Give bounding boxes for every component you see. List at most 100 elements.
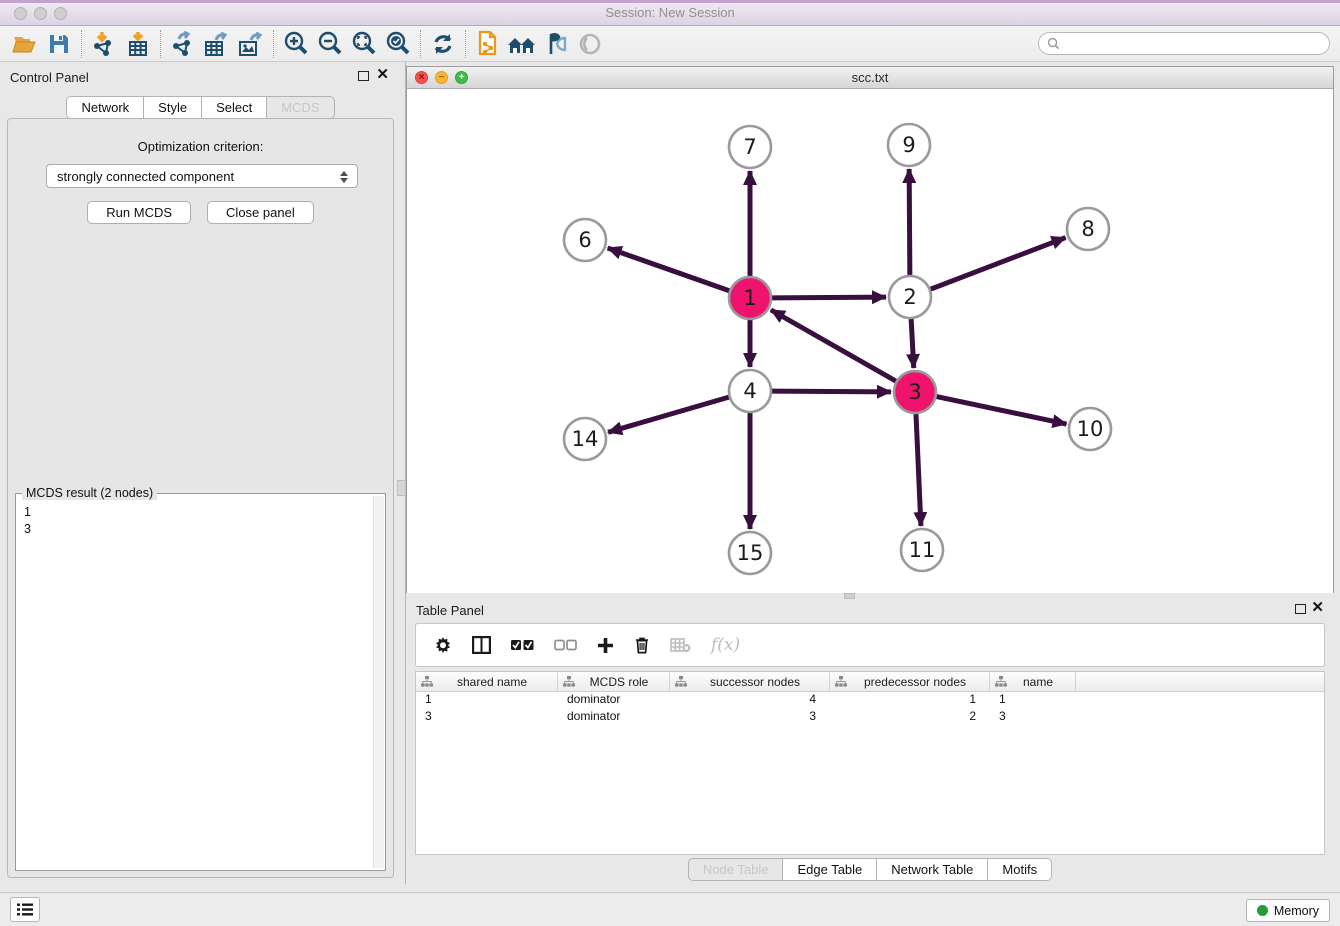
add-column-icon[interactable] xyxy=(597,637,614,654)
table-cell[interactable]: 4 xyxy=(670,692,830,709)
show-hide-button[interactable] xyxy=(539,29,573,59)
table-cell[interactable]: dominator xyxy=(558,709,670,726)
mcds-panel: Optimization criterion: strongly connect… xyxy=(7,118,394,878)
graph-node-3[interactable]: 3 xyxy=(894,371,936,413)
table-cell[interactable]: 1 xyxy=(990,692,1076,709)
deselect-all-icon[interactable] xyxy=(554,639,577,651)
table-cell[interactable]: 3 xyxy=(990,709,1076,726)
network-canvas[interactable]: 1 2 3 4 6 7 8 9 10 11 14 15 xyxy=(407,89,1333,593)
memory-button[interactable]: Memory xyxy=(1246,899,1330,922)
status-bar: Memory xyxy=(0,892,1340,926)
column-header-name[interactable]: name xyxy=(990,672,1076,691)
tab-network-table[interactable]: Network Table xyxy=(877,858,988,881)
edge-3-10[interactable] xyxy=(937,397,1067,424)
search-box[interactable] xyxy=(1038,32,1330,55)
memory-status-icon xyxy=(1257,905,1268,916)
close-panel-button[interactable]: Close panel xyxy=(207,201,314,224)
zoom-out-button[interactable] xyxy=(313,29,347,59)
edge-2-3[interactable] xyxy=(911,319,914,368)
graph-node-6[interactable]: 6 xyxy=(564,219,606,261)
refresh-layout-button[interactable] xyxy=(426,29,460,59)
tab-network[interactable]: Network xyxy=(66,96,144,119)
export-image-button[interactable] xyxy=(234,29,268,59)
zoom-in-button[interactable] xyxy=(279,29,313,59)
delete-icon[interactable] xyxy=(634,636,650,654)
close-panel-icon[interactable]: ✕ xyxy=(376,66,389,84)
gear-icon[interactable] xyxy=(434,636,452,654)
column-header-shared-name[interactable]: shared name xyxy=(416,672,558,691)
column-header-successor-nodes[interactable]: successor nodes xyxy=(670,672,830,691)
import-network-button[interactable] xyxy=(87,29,121,59)
function-builder-icon[interactable]: f(x) xyxy=(711,635,740,655)
svg-text:7: 7 xyxy=(743,135,756,159)
table-cell[interactable]: 2 xyxy=(830,709,990,726)
graph-node-15[interactable]: 15 xyxy=(729,532,771,574)
select-all-icon[interactable] xyxy=(511,639,534,651)
import-table-button[interactable] xyxy=(121,29,155,59)
table-row[interactable]: 1dominator411 xyxy=(416,692,1324,709)
delete-table-icon[interactable] xyxy=(670,637,691,653)
toolbar-separator xyxy=(273,30,274,58)
mcds-result-text[interactable]: 1 3 xyxy=(17,498,373,869)
save-session-button[interactable] xyxy=(42,29,76,59)
run-mcds-button[interactable]: Run MCDS xyxy=(87,201,191,224)
result-scrollbar[interactable] xyxy=(373,496,384,868)
close-panel-icon[interactable]: ✕ xyxy=(1311,599,1324,617)
graph-node-1[interactable]: 1 xyxy=(729,277,771,319)
export-table-button[interactable] xyxy=(200,29,234,59)
table-row[interactable]: 3dominator323 xyxy=(416,709,1324,726)
graph-node-14[interactable]: 14 xyxy=(564,418,606,460)
table-cell[interactable]: 1 xyxy=(830,692,990,709)
column-header-predecessor-nodes[interactable]: predecessor nodes xyxy=(830,672,990,691)
splitter-grip[interactable] xyxy=(397,480,406,496)
search-input[interactable] xyxy=(1060,33,1329,54)
columns-icon[interactable] xyxy=(472,636,491,654)
eye-disabled-button[interactable] xyxy=(573,29,607,59)
tab-select[interactable]: Select xyxy=(202,96,267,119)
edge-4-14[interactable] xyxy=(608,397,729,432)
task-history-button[interactable] xyxy=(10,897,40,922)
float-panel-icon[interactable] xyxy=(358,71,369,81)
svg-text:4: 4 xyxy=(743,379,756,403)
tab-edge-table[interactable]: Edge Table xyxy=(783,858,877,881)
window-titlebar: Session: New Session xyxy=(0,0,1340,26)
svg-text:9: 9 xyxy=(902,133,915,157)
table-cell[interactable]: dominator xyxy=(558,692,670,709)
export-network-button[interactable] xyxy=(166,29,200,59)
graph-node-8[interactable]: 8 xyxy=(1067,208,1109,250)
table-cell[interactable]: 1 xyxy=(416,692,558,709)
edge-2-9[interactable] xyxy=(909,169,910,275)
edge-1-2[interactable] xyxy=(772,297,886,298)
graph-node-7[interactable]: 7 xyxy=(729,126,771,168)
first-neighbors-button[interactable] xyxy=(505,29,539,59)
table-cell[interactable]: 3 xyxy=(416,709,558,726)
tab-motifs[interactable]: Motifs xyxy=(988,858,1052,881)
first-neighbors-icon xyxy=(507,33,537,55)
edge-3-1[interactable] xyxy=(771,310,896,381)
zoom-selected-button[interactable] xyxy=(381,29,415,59)
zoom-selected-icon xyxy=(385,31,411,57)
tab-style[interactable]: Style xyxy=(144,96,202,119)
graph-node-10[interactable]: 10 xyxy=(1069,408,1111,450)
tab-mcds[interactable]: MCDS xyxy=(267,96,334,119)
node-table[interactable]: shared nameMCDS rolesuccessor nodesprede… xyxy=(415,671,1325,855)
graph-node-2[interactable]: 2 xyxy=(889,276,931,318)
edge-2-8[interactable] xyxy=(931,238,1066,290)
edge-3-11[interactable] xyxy=(916,414,921,526)
optimization-criterion-select[interactable]: strongly connected component xyxy=(46,164,358,188)
column-header-MCDS-role[interactable]: MCDS role xyxy=(558,672,670,691)
tab-node-table[interactable]: Node Table xyxy=(688,858,784,881)
import-network-icon xyxy=(92,31,116,57)
graph-node-11[interactable]: 11 xyxy=(901,529,943,571)
graph-node-4[interactable]: 4 xyxy=(729,370,771,412)
graph-node-9[interactable]: 9 xyxy=(888,124,930,166)
toolbar-separator xyxy=(465,30,466,58)
network-window-titlebar[interactable]: × − + scc.txt xyxy=(407,67,1333,89)
edge-1-6[interactable] xyxy=(608,248,730,291)
clone-network-button[interactable] xyxy=(471,29,505,59)
zoom-fit-button[interactable] xyxy=(347,29,381,59)
table-cell[interactable]: 3 xyxy=(670,709,830,726)
float-panel-icon[interactable] xyxy=(1295,604,1306,614)
open-file-button[interactable] xyxy=(8,29,42,59)
edge-4-3[interactable] xyxy=(772,391,891,392)
